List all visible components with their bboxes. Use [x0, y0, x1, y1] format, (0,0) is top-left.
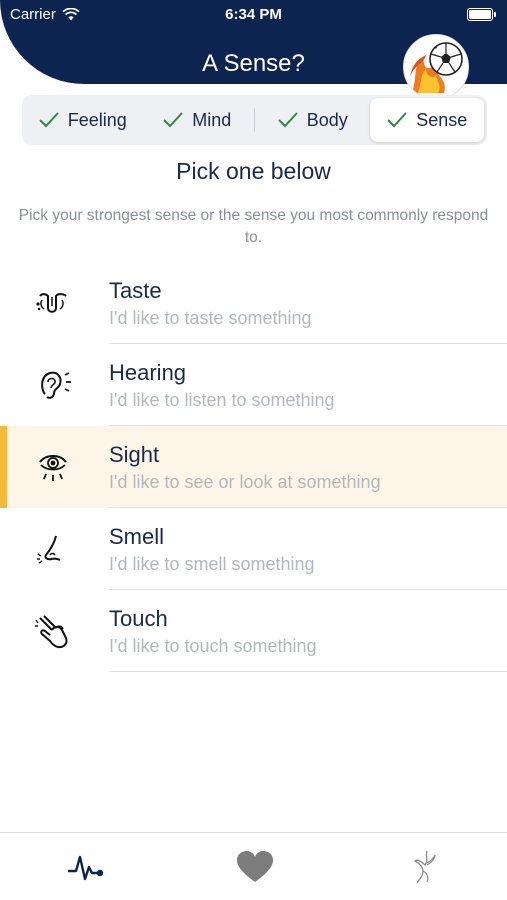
- list-item-smell[interactable]: Smell I'd like to smell something: [0, 508, 507, 590]
- checkmark-icon: [387, 112, 407, 128]
- battery-icon: [467, 8, 496, 21]
- segment-mind[interactable]: Mind: [140, 98, 255, 142]
- sense-subtitle: I'd like to touch something: [109, 636, 317, 656]
- segment-body[interactable]: Body: [255, 98, 370, 142]
- segment-label: Feeling: [67, 109, 127, 130]
- list-item-touch[interactable]: Touch I'd like to touch something: [0, 590, 507, 672]
- sense-subtitle: I'd like to taste something: [109, 308, 312, 328]
- sense-name: Taste: [109, 278, 162, 303]
- sense-name: Hearing: [109, 360, 187, 385]
- tab-heartbeat[interactable]: [66, 849, 106, 885]
- sense-subtitle: I'd like to listen to something: [109, 390, 335, 410]
- heartbeat-icon: [68, 855, 104, 881]
- checkmark-icon: [39, 112, 59, 128]
- eye-icon: [39, 455, 67, 481]
- segment-label: Mind: [192, 109, 232, 130]
- sense-name: Touch: [109, 606, 168, 631]
- tab-phoenix[interactable]: [405, 849, 445, 885]
- tab-bar: [0, 832, 507, 900]
- segment-sense[interactable]: Sense: [369, 98, 484, 142]
- segment-label: Sense: [416, 109, 468, 130]
- tongue-icon: [36, 293, 67, 313]
- sense-name: Sight: [109, 442, 160, 467]
- list-item-sight[interactable]: Sight I'd like to see or look at somethi…: [0, 426, 507, 508]
- soccer-ball-flame-icon[interactable]: [403, 34, 469, 100]
- status-time: 6:34 PM: [225, 6, 282, 23]
- segment-label: Body: [306, 109, 348, 130]
- nose-icon: [37, 535, 61, 564]
- hand-icon: [35, 615, 68, 649]
- list-item-hearing[interactable]: Hearing I'd like to listen to something: [0, 344, 507, 426]
- sense-subtitle: I'd like to see or look at something: [109, 472, 381, 492]
- section-description: Pick your strongest sense or the sense y…: [18, 207, 489, 246]
- section-heading: Pick one below: [176, 158, 331, 184]
- sense-name: Smell: [109, 524, 165, 549]
- selected-indicator: [0, 426, 7, 508]
- checkmark-icon: [278, 112, 298, 128]
- status-bar: Carrier 6:34 PM: [0, 4, 507, 26]
- ear-icon: [41, 371, 71, 399]
- heart-icon: [237, 851, 273, 882]
- sense-list: Taste I'd like to taste something Hearin…: [0, 262, 507, 672]
- segment-feeling[interactable]: Feeling: [25, 98, 140, 142]
- tab-heart[interactable]: [235, 849, 275, 885]
- list-item-taste[interactable]: Taste I'd like to taste something: [0, 262, 507, 344]
- phoenix-icon: [413, 850, 436, 884]
- category-segmented-control: Feeling Mind Body Sense: [22, 95, 487, 145]
- sense-subtitle: I'd like to smell something: [109, 554, 315, 574]
- checkmark-icon: [163, 112, 183, 128]
- divider: [109, 671, 507, 672]
